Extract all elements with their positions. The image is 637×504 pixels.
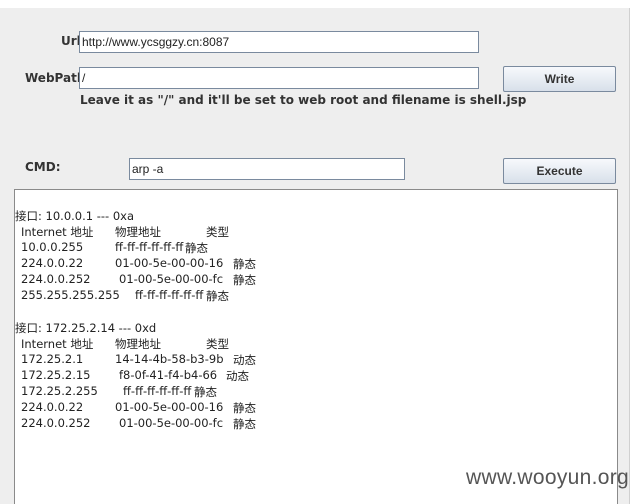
table-row-type: 静态 xyxy=(233,257,256,271)
table-row-ip: 172.25.2.255 xyxy=(21,384,98,398)
table-row-mac: 14-14-4b-58-b3-9b xyxy=(115,352,224,366)
table-row-type: 静态 xyxy=(194,385,217,399)
url-input[interactable] xyxy=(79,31,479,53)
iface2-col-ip: Internet 地址 xyxy=(21,337,94,351)
table-row-type: 静态 xyxy=(233,273,256,287)
table-row-ip: 224.0.0.252 xyxy=(21,272,91,286)
table-row-ip: 255.255.255.255 xyxy=(21,288,120,302)
table-row-ip: 172.25.2.15 xyxy=(21,368,91,382)
table-row-ip: 172.25.2.1 xyxy=(21,352,84,366)
table-row-mac: 01-00-5e-00-00-16 xyxy=(115,400,224,414)
iface2-col-mac: 物理地址 xyxy=(115,337,161,351)
write-button[interactable]: Write xyxy=(503,66,616,92)
table-row-type: 静态 xyxy=(206,289,229,303)
execute-button[interactable]: Execute xyxy=(503,158,616,184)
table-row-mac: 01-00-5e-00-00-16 xyxy=(115,256,224,270)
table-row-mac: ff-ff-ff-ff-ff-ff xyxy=(123,384,192,398)
output-textarea[interactable]: 接口: 10.0.0.1 --- 0xa Internet 地址 物理地址 类型… xyxy=(14,189,618,504)
table-row-ip: 224.0.0.22 xyxy=(21,256,84,270)
table-row-mac: 01-00-5e-00-00-fc xyxy=(119,416,224,430)
table-row-ip: 224.0.0.22 xyxy=(21,400,84,414)
table-row-mac: ff-ff-ff-ff-ff-ff xyxy=(115,240,184,254)
app-window: Url: WebPath: Write Leave it as "/" and … xyxy=(0,0,637,504)
table-row-type: 动态 xyxy=(226,369,249,383)
iface1-col-ip: Internet 地址 xyxy=(21,225,94,239)
table-row-type: 动态 xyxy=(233,353,256,367)
table-row-ip: 224.0.0.252 xyxy=(21,416,91,430)
table-row-mac: ff-ff-ff-ff-ff-ff xyxy=(135,288,204,302)
iface1-col-type: 类型 xyxy=(206,225,229,239)
webpath-hint: Leave it as "/" and it'll be set to web … xyxy=(80,93,527,107)
table-row-mac: f8-0f-41-f4-b4-66 xyxy=(119,368,218,382)
cmd-input[interactable] xyxy=(129,158,405,180)
iface2-header: 接口: 172.25.2.14 --- 0xd xyxy=(15,321,157,335)
webpath-input[interactable] xyxy=(79,67,479,89)
top-strip xyxy=(0,0,637,8)
table-row-type: 静态 xyxy=(185,241,208,255)
watermark: www.wooyun.org xyxy=(466,466,629,489)
table-row-mac: 01-00-5e-00-00-fc xyxy=(119,272,224,286)
table-row-type: 静态 xyxy=(233,417,256,431)
cmd-label: CMD: xyxy=(25,160,61,174)
iface1-header: 接口: 10.0.0.1 --- 0xa xyxy=(15,209,135,223)
scrollbar-edge xyxy=(629,8,637,504)
table-row-ip: 10.0.0.255 xyxy=(21,240,84,254)
table-row-type: 静态 xyxy=(233,401,256,415)
iface1-col-mac: 物理地址 xyxy=(115,225,161,239)
iface2-col-type: 类型 xyxy=(206,337,229,351)
